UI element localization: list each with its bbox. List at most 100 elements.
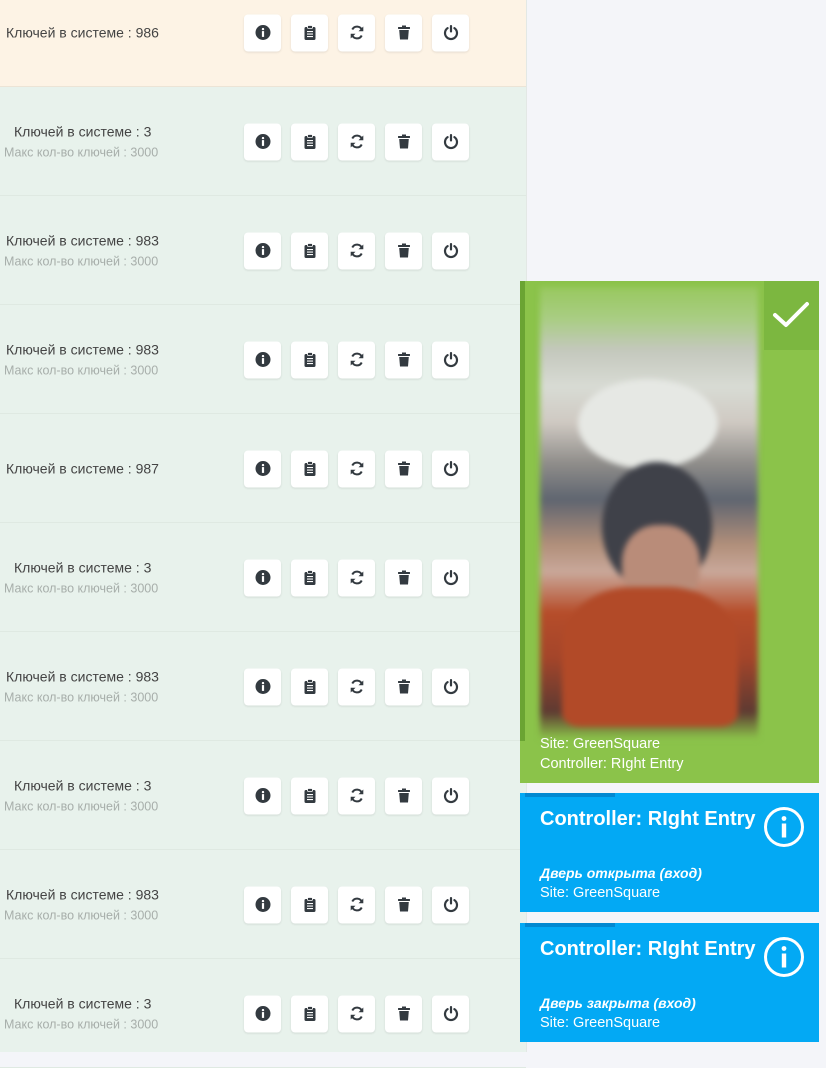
access-granted-card[interactable]: Site: GreenSquare Controller: RIght Entr… xyxy=(520,281,819,783)
info-button[interactable] xyxy=(244,559,281,596)
clipboard-button[interactable] xyxy=(291,14,328,51)
delete-button[interactable] xyxy=(385,559,422,596)
controller-row: Ключей в системе : 3 Макс кол-во ключей :… xyxy=(0,742,526,850)
clipboard-icon xyxy=(302,897,318,913)
event-card[interactable]: Controller: RIght Entry Дверь открыта (в… xyxy=(520,793,819,912)
power-button[interactable] xyxy=(432,232,469,269)
max-keys: Макс кол-во ключей : 3000 xyxy=(4,908,159,922)
sync-icon xyxy=(349,679,365,695)
sync-button[interactable] xyxy=(338,777,375,814)
card-controller: Controller: RIght Entry xyxy=(540,756,684,772)
controller-row: Ключей в системе : 3 Макс кол-во ключей :… xyxy=(0,524,526,632)
keys-count: Ключей в системе : 987 xyxy=(6,460,159,476)
event-status: Дверь открыта (вход) xyxy=(540,865,702,881)
sync-icon xyxy=(349,897,365,913)
sync-button[interactable] xyxy=(338,232,375,269)
clipboard-button[interactable] xyxy=(291,995,328,1032)
row-info: Ключей в системе : 3 Макс кол-во ключей :… xyxy=(0,993,240,1034)
info-button[interactable] xyxy=(244,14,281,51)
trash-icon xyxy=(396,352,412,368)
sync-button[interactable] xyxy=(338,450,375,487)
controller-row: Ключей в системе : 3 Макс кол-во ключей :… xyxy=(0,88,526,196)
clipboard-button[interactable] xyxy=(291,886,328,923)
sync-button[interactable] xyxy=(338,14,375,51)
power-button[interactable] xyxy=(432,886,469,923)
power-icon xyxy=(443,461,459,477)
sync-icon xyxy=(349,1006,365,1022)
delete-button[interactable] xyxy=(385,995,422,1032)
info-button[interactable] xyxy=(244,450,281,487)
info-circle-icon[interactable] xyxy=(763,936,805,978)
power-button[interactable] xyxy=(432,559,469,596)
delete-button[interactable] xyxy=(385,777,422,814)
info-circle-icon[interactable] xyxy=(763,806,805,848)
delete-button[interactable] xyxy=(385,14,422,51)
delete-button[interactable] xyxy=(385,886,422,923)
keys-count: Ключей в системе : 3 xyxy=(14,995,152,1011)
power-button[interactable] xyxy=(432,777,469,814)
trash-icon xyxy=(396,243,412,259)
power-icon xyxy=(443,897,459,913)
sync-button[interactable] xyxy=(338,559,375,596)
event-site: Site: GreenSquare xyxy=(540,885,661,901)
sync-button[interactable] xyxy=(338,886,375,923)
info-button[interactable] xyxy=(244,886,281,923)
power-button[interactable] xyxy=(432,341,469,378)
clipboard-button[interactable] xyxy=(291,777,328,814)
power-button[interactable] xyxy=(432,14,469,51)
info-button[interactable] xyxy=(244,341,281,378)
max-keys: Макс кол-во ключей : 3000 xyxy=(4,363,159,377)
info-icon xyxy=(255,1006,271,1022)
sync-button[interactable] xyxy=(338,341,375,378)
info-button[interactable] xyxy=(244,777,281,814)
clipboard-button[interactable] xyxy=(291,450,328,487)
clipboard-button[interactable] xyxy=(291,123,328,160)
sync-button[interactable] xyxy=(338,123,375,160)
info-icon xyxy=(255,679,271,695)
delete-button[interactable] xyxy=(385,232,422,269)
sync-button[interactable] xyxy=(338,668,375,705)
event-status: Дверь закрыта (вход) xyxy=(540,995,696,1011)
sync-icon xyxy=(349,25,365,41)
max-keys: Макс кол-во ключей : 3000 xyxy=(4,1017,159,1031)
delete-button[interactable] xyxy=(385,123,422,160)
row-actions xyxy=(244,123,479,160)
power-icon xyxy=(443,1006,459,1022)
event-card[interactable]: Controller: RIght Entry Дверь закрыта (в… xyxy=(520,923,819,1042)
delete-button[interactable] xyxy=(385,450,422,487)
trash-icon xyxy=(396,788,412,804)
keys-count: Ключей в системе : 983 xyxy=(6,341,159,357)
info-button[interactable] xyxy=(244,995,281,1032)
controller-row: Ключей в системе : 983 Макс кол-во ключей… xyxy=(0,306,526,414)
keys-count: Ключей в системе : 983 xyxy=(6,668,159,684)
power-button[interactable] xyxy=(432,450,469,487)
info-icon xyxy=(255,461,271,477)
trash-icon xyxy=(396,461,412,477)
max-keys: Макс кол-во ключей : 3000 xyxy=(4,145,159,159)
check-icon xyxy=(764,281,819,350)
row-info: Ключей в системе : 986 xyxy=(0,22,240,43)
delete-button[interactable] xyxy=(385,341,422,378)
power-button[interactable] xyxy=(432,668,469,705)
power-button[interactable] xyxy=(432,123,469,160)
clipboard-button[interactable] xyxy=(291,232,328,269)
clipboard-button[interactable] xyxy=(291,559,328,596)
sync-button[interactable] xyxy=(338,995,375,1032)
delete-button[interactable] xyxy=(385,668,422,705)
clipboard-button[interactable] xyxy=(291,668,328,705)
info-button[interactable] xyxy=(244,668,281,705)
power-icon xyxy=(443,134,459,150)
sync-icon xyxy=(349,243,365,259)
max-keys: Макс кол-во ключей : 3000 xyxy=(4,581,159,595)
event-site: Site: GreenSquare xyxy=(540,1015,661,1031)
row-actions xyxy=(244,559,479,596)
sync-icon xyxy=(349,570,365,586)
info-button[interactable] xyxy=(244,123,281,160)
trash-icon xyxy=(396,25,412,41)
clipboard-button[interactable] xyxy=(291,341,328,378)
trash-icon xyxy=(396,897,412,913)
info-button[interactable] xyxy=(244,232,281,269)
clipboard-icon xyxy=(302,679,318,695)
power-icon xyxy=(443,352,459,368)
power-button[interactable] xyxy=(432,995,469,1032)
